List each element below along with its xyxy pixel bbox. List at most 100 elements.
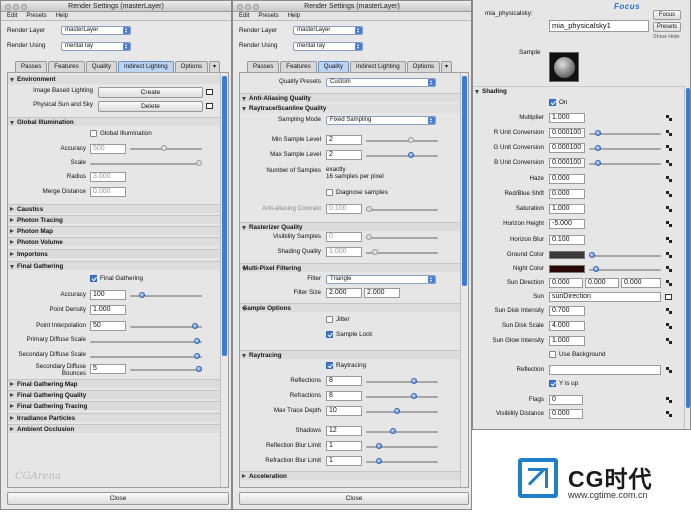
attr-field[interactable]: 1.000 [549, 113, 585, 123]
tab-indirect-lighting[interactable]: Indirect Lighting [117, 61, 174, 72]
map-button-icon[interactable] [666, 130, 672, 136]
indirect-lighting-panel[interactable]: Environment Image Based Lighting Create … [7, 72, 229, 488]
slider-knob[interactable] [376, 443, 382, 449]
refractions-field[interactable]: 8 [326, 391, 362, 401]
vertical-scrollbar[interactable] [220, 73, 228, 487]
scroll-thumb[interactable] [686, 88, 690, 408]
tab-options[interactable]: Options [406, 61, 440, 72]
reflection-blur-limit-field[interactable]: 1 [326, 441, 362, 451]
sun-direction-y-field[interactable]: 0.000 [585, 278, 619, 288]
attr-field[interactable]: 1.000 [549, 204, 585, 214]
reflection-field[interactable] [549, 365, 661, 375]
refraction-blur-limit-slider[interactable] [366, 458, 438, 464]
ground-color-swatch[interactable] [549, 251, 585, 259]
slider-knob[interactable] [595, 145, 601, 151]
map-button-icon[interactable] [666, 411, 672, 417]
create-ibl-button[interactable]: Create [98, 87, 203, 98]
visibility-distance-field[interactable]: 0.000 [549, 409, 583, 419]
tab-quality[interactable]: Quality [85, 61, 117, 72]
output-connection-icon[interactable] [665, 294, 672, 300]
map-button-icon[interactable] [666, 338, 672, 344]
tab-features[interactable]: Features [280, 61, 317, 72]
global-illumination-checkbox[interactable] [90, 130, 97, 137]
section-rasterizer-quality[interactable]: Rasterizer Quality [240, 222, 460, 231]
input-connection-icon[interactable] [206, 103, 213, 109]
scroll-thumb[interactable] [462, 76, 467, 286]
section-shading[interactable]: Shading [473, 87, 690, 96]
filter-select[interactable]: Triangle [326, 275, 436, 284]
ground-color-slider[interactable] [589, 252, 661, 258]
max-trace-depth-field[interactable]: 10 [326, 406, 362, 416]
diagnose-samples-checkbox[interactable] [326, 189, 333, 196]
shadows-slider[interactable] [366, 428, 438, 434]
slider-knob[interactable] [366, 206, 372, 212]
quality-presets-select[interactable]: Custom [326, 78, 436, 87]
slider-knob[interactable] [194, 338, 200, 344]
reflections-field[interactable]: 8 [326, 376, 362, 386]
final-gathering-checkbox[interactable] [90, 275, 97, 282]
close-light-icon[interactable] [5, 4, 11, 10]
fg-accuracy-slider[interactable] [130, 292, 202, 298]
slider-knob[interactable] [408, 152, 414, 158]
slider-knob[interactable] [408, 137, 414, 143]
night-color-swatch[interactable] [549, 265, 585, 273]
slider-knob[interactable] [390, 428, 396, 434]
section-environment[interactable]: Environment [8, 75, 220, 84]
attr-field[interactable]: 0.000 [549, 189, 585, 199]
section-fg-tracing[interactable]: Final Gathering Tracing [8, 401, 220, 410]
map-button-icon[interactable] [666, 323, 672, 329]
menu-presets[interactable]: Presets [26, 13, 46, 19]
reflections-slider[interactable] [366, 378, 438, 384]
reflection-blur-limit-slider[interactable] [366, 443, 438, 449]
point-interpolation-slider[interactable] [130, 323, 202, 329]
visibility-samples-field[interactable]: 0 [326, 232, 362, 242]
min-sample-field[interactable]: 2 [326, 135, 362, 145]
window-controls[interactable] [237, 3, 261, 14]
sample-lock-checkbox[interactable] [326, 331, 333, 338]
section-photon-tracing[interactable]: Photon Tracing [8, 215, 220, 224]
slider-knob[interactable] [595, 130, 601, 136]
shadows-field[interactable]: 12 [326, 426, 362, 436]
raytracing-checkbox[interactable] [326, 362, 333, 369]
point-interpolation-field[interactable]: 50 [90, 321, 126, 331]
slider-knob[interactable] [196, 160, 202, 166]
gi-scale-slider[interactable] [90, 160, 202, 166]
slider-knob[interactable] [394, 408, 400, 414]
section-irradiance-particles[interactable]: Irradiance Particles [8, 413, 220, 422]
scroll-thumb[interactable] [222, 76, 227, 356]
max-sample-field[interactable]: 2 [326, 150, 362, 160]
zoom-light-icon[interactable] [21, 4, 27, 10]
point-density-field[interactable]: 1.000 [90, 305, 126, 315]
section-photon-volume[interactable]: Photon Volume [8, 237, 220, 246]
map-button-icon[interactable] [666, 191, 672, 197]
render-using-select[interactable]: mental ray [61, 42, 131, 51]
section-caustics[interactable]: Caustics [8, 204, 220, 213]
aa-contrast-field[interactable]: 0.100 [326, 204, 362, 214]
presets-button[interactable]: Presets [653, 22, 681, 32]
section-global-illumination[interactable]: Global Illumination [8, 117, 220, 126]
map-button-icon[interactable] [666, 252, 672, 258]
show-link[interactable]: Show [653, 34, 667, 40]
slider-knob[interactable] [411, 393, 417, 399]
attr-field[interactable]: 0.700 [549, 306, 585, 316]
sun-direction-z-field[interactable]: 0.000 [621, 278, 661, 288]
tab-more-button[interactable]: ▾ [209, 61, 221, 72]
menu-help[interactable]: Help [56, 13, 68, 19]
section-fg-map[interactable]: Final Gathering Map [8, 379, 220, 388]
refractions-slider[interactable] [366, 393, 438, 399]
map-button-icon[interactable] [666, 176, 672, 182]
on-checkbox[interactable] [549, 99, 556, 106]
menu-help[interactable]: Help [288, 13, 300, 19]
attr-field[interactable]: 0.000 [549, 174, 585, 184]
section-ambient-occlusion[interactable]: Ambient Occlusion [8, 424, 220, 433]
map-button-icon[interactable] [666, 367, 672, 373]
sampling-mode-select[interactable]: Fixed Sampling [326, 116, 436, 125]
tab-passes[interactable]: Passes [15, 61, 48, 72]
input-connection-icon[interactable] [206, 89, 213, 95]
tab-passes[interactable]: Passes [247, 61, 280, 72]
attr-field[interactable]: 0.000100 [549, 158, 585, 168]
map-button-icon[interactable] [666, 397, 672, 403]
sun-field[interactable]: sunDirection [549, 292, 661, 302]
close-light-icon[interactable] [237, 4, 243, 10]
quality-panel[interactable]: Quality Presets Custom Anti-Aliasing Qua… [239, 72, 469, 488]
